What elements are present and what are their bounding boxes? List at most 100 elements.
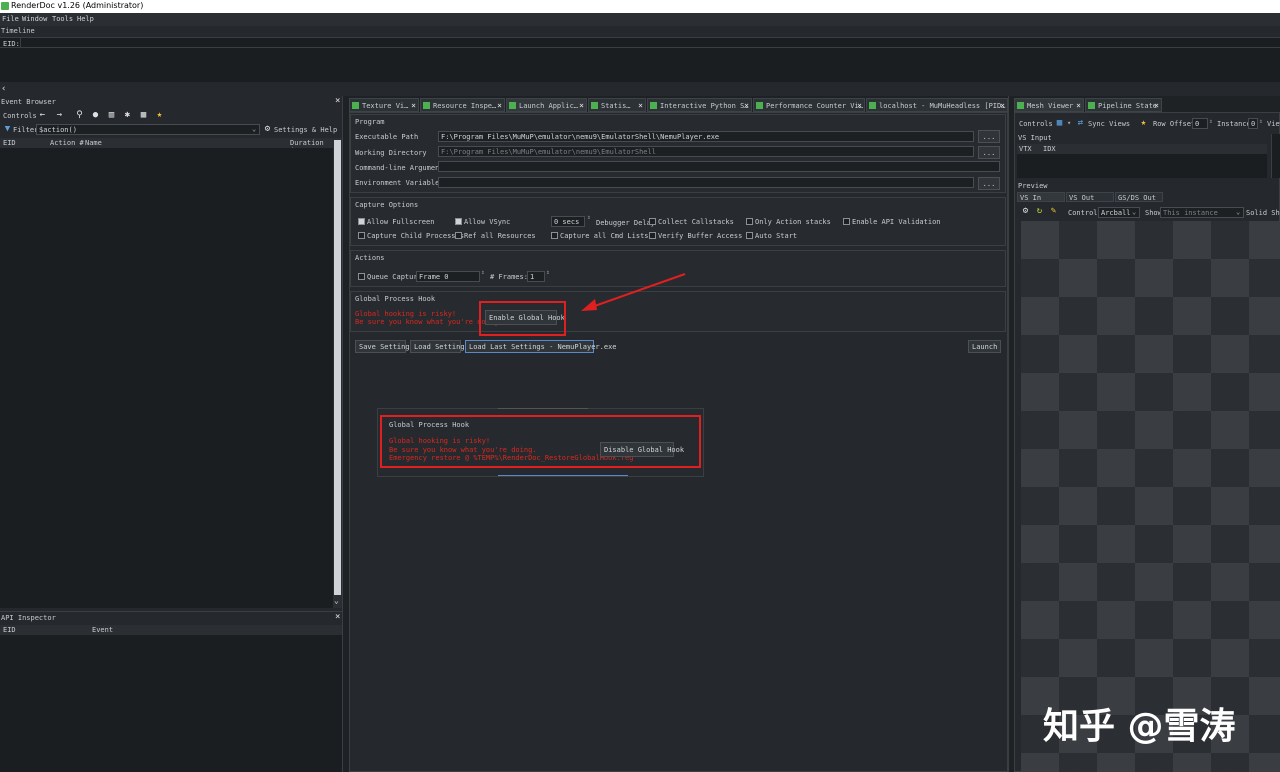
auto-start-checkbox[interactable] [746, 232, 753, 239]
col-eid[interactable]: EID [3, 139, 16, 147]
only-action-stacks-checkbox[interactable] [746, 218, 753, 225]
gear-icon[interactable]: ⚙ [263, 125, 272, 134]
spin-icon[interactable]: ⇕ [1209, 118, 1213, 125]
tab-vs-out[interactable]: VS Out [1066, 192, 1114, 202]
col-eid[interactable]: EID [3, 626, 16, 634]
menu-tools[interactable]: Tools [52, 15, 73, 23]
arrow-right-icon[interactable]: → [55, 111, 64, 120]
allow-vsync-checkbox[interactable] [455, 218, 462, 225]
frame-input[interactable]: Frame 0 [416, 271, 480, 282]
arrow-left-icon[interactable]: ← [38, 111, 47, 120]
tab-resource-inspector[interactable]: Resource Inspe… × [420, 98, 505, 112]
vs-input-table[interactable] [1017, 154, 1267, 178]
menu-help[interactable]: Help [77, 15, 94, 23]
spin-icon[interactable]: ⇕ [546, 269, 550, 276]
spin-icon[interactable]: ⇕ [1259, 118, 1263, 125]
wd-browse-button[interactable]: ... [978, 146, 1000, 159]
env-browse-button[interactable]: ... [978, 177, 1000, 190]
tab-launch-application[interactable]: Launch Applic… × [506, 98, 587, 112]
bar-chart-icon[interactable]: ▥ [107, 111, 116, 120]
tab-vs-in[interactable]: VS In [1017, 192, 1065, 202]
tab-mesh-viewer[interactable]: Mesh Viewer × [1014, 98, 1084, 112]
chevron-down-icon[interactable]: ▾ [1067, 119, 1071, 127]
close-icon[interactable]: × [857, 101, 862, 110]
col-action[interactable]: Action # [50, 139, 84, 147]
col-vtx[interactable]: VTX [1019, 145, 1032, 153]
queue-capture-checkbox[interactable] [358, 273, 365, 280]
chevron-down-icon[interactable]: ⌄ [252, 125, 256, 133]
exe-browse-button[interactable]: ... [978, 130, 1000, 143]
asterisk-icon[interactable]: ✱ [123, 111, 132, 120]
settings-help-button[interactable]: Settings & Help [274, 126, 337, 134]
frames-input[interactable]: 1 [527, 271, 545, 282]
mesh-preview-canvas[interactable] [1021, 221, 1280, 772]
show-select[interactable]: This instance [1160, 207, 1244, 218]
collect-callstacks-checkbox[interactable] [649, 218, 656, 225]
menu-file[interactable]: File [2, 15, 19, 23]
chevron-down-icon[interactable]: ⌄ [1236, 208, 1240, 216]
chevron-down-icon[interactable]: ⌄ [1132, 208, 1136, 216]
col-name[interactable]: Name [85, 139, 102, 147]
close-icon[interactable]: × [579, 101, 584, 110]
load-settings-button[interactable]: Load Settings [410, 340, 469, 353]
environment-variables-input[interactable] [438, 177, 974, 188]
col-idx[interactable]: IDX [1043, 145, 1056, 153]
timeline-scroll[interactable]: ‹ [0, 84, 1280, 96]
debugger-delay-input[interactable]: 0 secs [551, 216, 585, 227]
verify-buffer-checkbox[interactable] [649, 232, 656, 239]
api-validation-checkbox[interactable] [843, 218, 850, 225]
close-icon[interactable]: × [638, 101, 643, 110]
tab-performance-counter[interactable]: Performance Counter Vi… × [753, 98, 865, 112]
tab-localhost[interactable]: localhost - MuMuHeadless [PID… × [866, 98, 1008, 112]
grid-icon[interactable]: ▦ [139, 111, 148, 120]
api-list[interactable] [0, 635, 342, 772]
capture-all-cmd-checkbox[interactable] [551, 232, 558, 239]
tab-interactive-python[interactable]: Interactive Python S… × [647, 98, 752, 112]
row-offset-input[interactable]: 0 [1192, 118, 1208, 129]
menu-window[interactable]: Window [22, 15, 47, 23]
chevron-left-icon[interactable]: ‹ [1, 84, 6, 94]
launch-button[interactable]: Launch [968, 340, 1001, 353]
vs-output-table[interactable] [1271, 134, 1280, 178]
col-event[interactable]: Event [92, 626, 113, 634]
close-icon[interactable]: × [744, 101, 749, 110]
event-list[interactable] [0, 148, 333, 608]
ref-all-checkbox[interactable] [455, 232, 462, 239]
close-icon[interactable]: × [497, 101, 502, 110]
working-directory-input[interactable]: F:\Program Files\MuMuP\emulator\nemu9\Em… [438, 146, 974, 157]
exe-path-input[interactable]: F:\Program Files\MuMuP\emulator\nemu9\Em… [438, 131, 974, 142]
tab-gs-ds-out[interactable]: GS/DS Out [1115, 192, 1163, 202]
capture-child-checkbox[interactable] [358, 232, 365, 239]
binoculars-icon[interactable]: ⚲ [75, 111, 84, 120]
scroll-down-icon[interactable]: ⌄ [334, 596, 339, 605]
close-icon[interactable]: × [1000, 101, 1005, 110]
bookmark-star-icon[interactable]: ★ [155, 111, 164, 120]
close-icon[interactable]: × [1154, 101, 1159, 110]
close-icon[interactable]: × [335, 96, 340, 106]
reset-icon[interactable]: ↻ [1035, 207, 1044, 216]
tab-statistics[interactable]: Statis… × [588, 98, 646, 112]
spin-icon[interactable]: ⇕ [587, 214, 591, 221]
save-settings-button[interactable]: Save Settings [355, 340, 414, 353]
close-icon[interactable]: × [411, 101, 416, 110]
spin-icon[interactable]: ⇕ [481, 269, 485, 276]
sync-icon[interactable]: ⇄ [1076, 119, 1085, 128]
tab-texture-viewer[interactable]: Texture Vi… × [349, 98, 419, 112]
command-line-input[interactable] [438, 161, 1000, 172]
highlight-icon[interactable]: ★ [1139, 119, 1148, 128]
pick-icon[interactable]: ✎ [1049, 207, 1058, 216]
grid-icon[interactable]: ▦ [1055, 119, 1064, 128]
load-last-settings-button[interactable]: Load Last Settings - NemuPlayer.exe [465, 340, 617, 353]
filter-input[interactable]: $action() [36, 124, 260, 135]
close-icon[interactable]: × [335, 612, 340, 622]
tab-pipeline-state[interactable]: Pipeline State × [1085, 98, 1162, 112]
gear-icon[interactable]: ⚙ [1021, 207, 1030, 216]
sync-views-button[interactable]: Sync Views [1088, 120, 1130, 128]
event-scrollbar[interactable]: ⌄ [333, 138, 342, 608]
timeline-track[interactable] [0, 48, 1280, 82]
clock-icon[interactable]: ● [91, 111, 100, 120]
instance-input[interactable]: 0 [1248, 118, 1258, 129]
scrollbar-thumb[interactable] [334, 140, 341, 595]
close-icon[interactable]: × [1076, 101, 1081, 110]
timeline-eid-row[interactable]: EID: [0, 37, 1280, 48]
